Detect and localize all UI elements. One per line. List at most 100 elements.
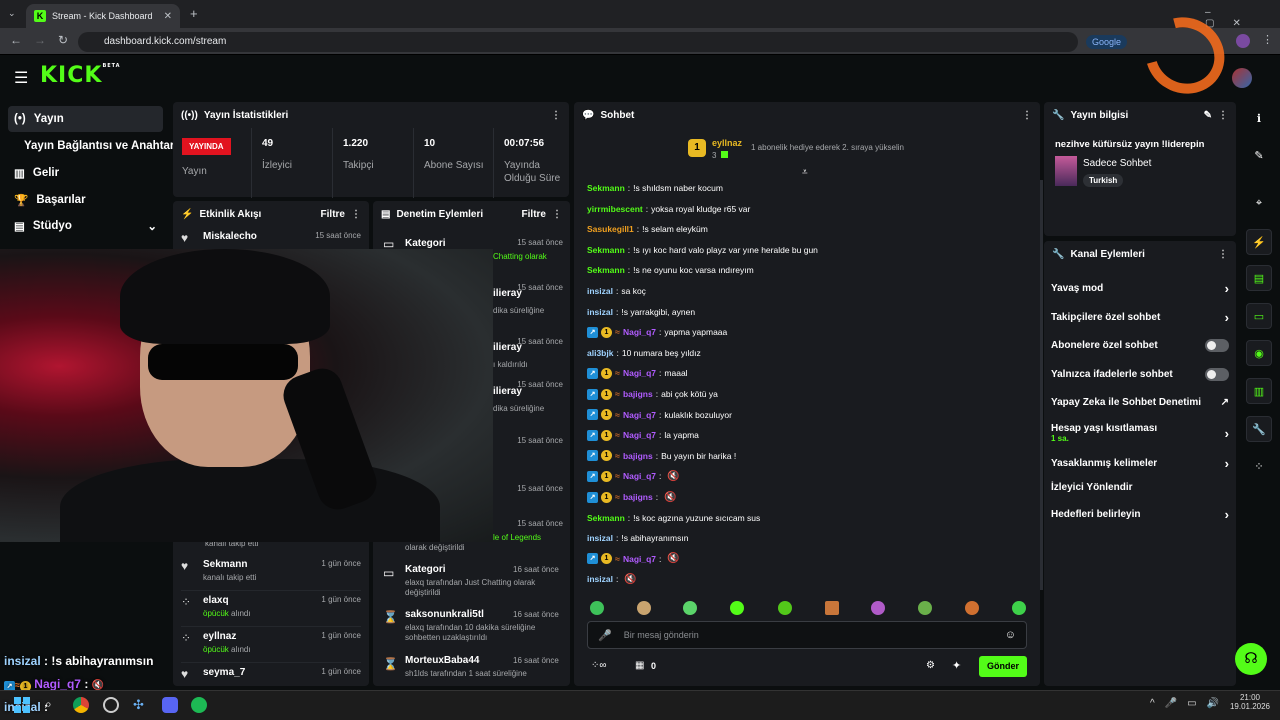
microphone-icon[interactable]: 🎤 — [598, 629, 612, 642]
browser-tab[interactable]: K Stream - Kick Dashboard ✕ — [26, 4, 180, 28]
channel-action-item[interactable]: Yavaş mod › — [1051, 281, 1229, 296]
chat-username[interactable]: Nagi_q7 — [623, 554, 656, 564]
chat-input[interactable]: 🎤 Bir mesaj gönderin ☺ — [587, 621, 1027, 649]
chat-username[interactable]: ali3bjk — [587, 348, 613, 358]
lightning-icon[interactable]: ⚡ — [1246, 229, 1272, 255]
pencil-icon[interactable]: ✎ — [1246, 142, 1272, 168]
sidebar-item-yayin[interactable]: (•) Yayın — [8, 106, 163, 132]
chat-menu-icon[interactable]: ⋮ — [1022, 110, 1032, 121]
tab-search-icon[interactable]: ⌄ — [8, 8, 16, 19]
app-icon[interactable]: ✣ — [133, 697, 144, 713]
edit-icon[interactable]: ✎ — [1204, 110, 1212, 121]
search-icon[interactable]: ⌕ — [45, 697, 52, 712]
chat-username[interactable]: bajigns — [623, 389, 653, 399]
focus-icon[interactable]: ⌖ — [1246, 190, 1272, 216]
chat-username[interactable]: yirrmibescent — [587, 204, 643, 214]
back-icon[interactable]: ← — [10, 33, 22, 47]
document-icon[interactable]: ▤ — [1246, 265, 1272, 291]
support-headset-icon[interactable]: ☊ — [1235, 643, 1267, 675]
emote-icon[interactable] — [1012, 601, 1026, 615]
chat-username[interactable]: Nagi_q7 — [623, 471, 656, 481]
close-tab-icon[interactable]: ✕ — [164, 11, 172, 22]
channel-action-item[interactable]: Yalnızca ifadelerle sohbet — [1051, 368, 1229, 381]
sidebar-item-studyo[interactable]: ▤ Stüdyo ⌄ — [8, 213, 163, 239]
emote-icon[interactable] — [825, 601, 839, 615]
window-controls[interactable]: –▢✕ — [1205, 7, 1280, 29]
tray-icons[interactable]: ^🎤▭🔊 — [1150, 698, 1229, 709]
chat-username[interactable]: bajigns — [623, 492, 653, 502]
sidebar-item-gelir[interactable]: ▥ Gelir — [8, 160, 163, 186]
spotify-icon[interactable] — [191, 697, 207, 713]
chat-username[interactable]: Sekmann — [587, 513, 625, 523]
chat-icon[interactable]: ▭ — [1246, 303, 1272, 329]
emote-icon[interactable] — [637, 601, 651, 615]
chat-username[interactable]: Nagi_q7 — [623, 368, 656, 378]
broadcast-icon[interactable]: ◉ — [1246, 340, 1272, 366]
toggle-switch[interactable] — [1205, 368, 1229, 381]
sidebar-item-basarilar[interactable]: 🏆 Başarılar — [8, 187, 163, 213]
browser-menu-icon[interactable]: ⋮ — [1262, 33, 1273, 46]
chat-scrollbar[interactable] — [1040, 180, 1043, 590]
user-avatar[interactable] — [1232, 68, 1252, 88]
emote-icon[interactable] — [871, 601, 885, 615]
emote-icon[interactable] — [590, 601, 604, 615]
stats-menu-icon[interactable]: ⋮ — [551, 110, 561, 121]
chat-username[interactable]: Nagi_q7 — [623, 327, 656, 337]
forward-icon[interactable]: → — [34, 33, 46, 47]
chat-username[interactable]: Sekmann — [587, 245, 625, 255]
chat-username[interactable]: insizal — [587, 286, 613, 296]
channel-action-item[interactable]: İzleyici Yönlendir — [1051, 482, 1229, 493]
reload-icon[interactable]: ↻ — [58, 33, 68, 47]
collapse-icon[interactable]: ⩡ — [802, 167, 808, 178]
emote-icon[interactable] — [778, 601, 792, 615]
new-tab-icon[interactable]: + — [190, 6, 198, 21]
chat-username[interactable]: Nagi_q7 — [623, 430, 656, 440]
moderation-filter-button[interactable]: Filtre — [522, 209, 546, 220]
url-input[interactable]: dashboard.kick.com/stream — [78, 32, 1078, 52]
wrench-icon[interactable]: 🔧 — [1246, 416, 1272, 442]
chat-username[interactable]: insizal — [587, 533, 613, 543]
emote-icon[interactable] — [730, 601, 744, 615]
chat-username[interactable]: Sasukegill1 — [587, 224, 634, 234]
activity-menu-icon[interactable]: ⋮ — [351, 209, 361, 220]
emoji-icon[interactable]: ☺ — [1005, 629, 1016, 641]
points-infinity-icon[interactable]: ⁘∞ — [591, 660, 607, 671]
send-button[interactable]: Gönder — [979, 656, 1027, 677]
hamburger-menu-icon[interactable]: ☰ — [14, 68, 28, 88]
channel-action-item[interactable]: Abonelere özel sohbet — [1051, 339, 1229, 352]
toggle-switch[interactable] — [1205, 339, 1229, 352]
channel-action-item[interactable]: Takipçilere özel sohbet › — [1051, 310, 1229, 325]
emote-icon[interactable] — [965, 601, 979, 615]
chat-username[interactable]: insizal — [587, 574, 613, 584]
channel-action-item[interactable]: Yasaklanmış kelimeler › — [1051, 456, 1229, 471]
emote-icon[interactable] — [683, 601, 697, 615]
chat-username[interactable]: insizal — [587, 307, 613, 317]
obs-icon[interactable] — [103, 697, 119, 713]
emote-icon[interactable] — [918, 601, 932, 615]
google-chip[interactable]: Google — [1086, 35, 1128, 49]
sidebar-item-stream-key[interactable]: Yayın Bağlantısı ve Anahtarı — [18, 133, 178, 159]
kick-logo[interactable]: KICKBETA — [40, 63, 121, 88]
windows-start-icon[interactable] — [14, 697, 30, 713]
emote-picker-icon[interactable]: ✦ — [952, 659, 961, 672]
chrome-icon[interactable] — [73, 697, 89, 713]
chat-username[interactable]: Sekmann — [587, 183, 625, 193]
clock[interactable]: 21:00 19.01.2026 — [1228, 693, 1272, 711]
channel-menu-icon[interactable]: ⋮ — [1218, 249, 1228, 260]
chat-username[interactable]: Nagi_q7 — [623, 410, 656, 420]
layout-icon[interactable]: ▥ — [1246, 378, 1272, 404]
channel-action-item[interactable]: Yapay Zeka ile Sohbet Denetimi ↗ — [1051, 397, 1229, 408]
discord-icon[interactable] — [162, 697, 178, 713]
channel-action-item[interactable]: Hedefleri belirleyin › — [1051, 507, 1229, 522]
settings-gear-icon[interactable]: ⚙ — [926, 660, 935, 671]
chest-icon[interactable]: ▦ — [635, 660, 644, 671]
chat-username[interactable]: Sekmann — [587, 265, 625, 275]
dots-icon[interactable]: ⁘ — [1246, 453, 1272, 479]
chat-username[interactable]: bajigns — [623, 451, 653, 461]
info-icon[interactable]: ℹ — [1246, 105, 1272, 131]
channel-action-item[interactable]: Hesap yaşı kısıtlaması 1 sa. › — [1051, 423, 1229, 443]
profile-avatar[interactable] — [1236, 34, 1250, 48]
gifter-name[interactable]: eyllnaz — [712, 138, 742, 148]
activity-filter-button[interactable]: Filtre — [321, 209, 345, 220]
info-menu-icon[interactable]: ⋮ — [1218, 110, 1228, 121]
